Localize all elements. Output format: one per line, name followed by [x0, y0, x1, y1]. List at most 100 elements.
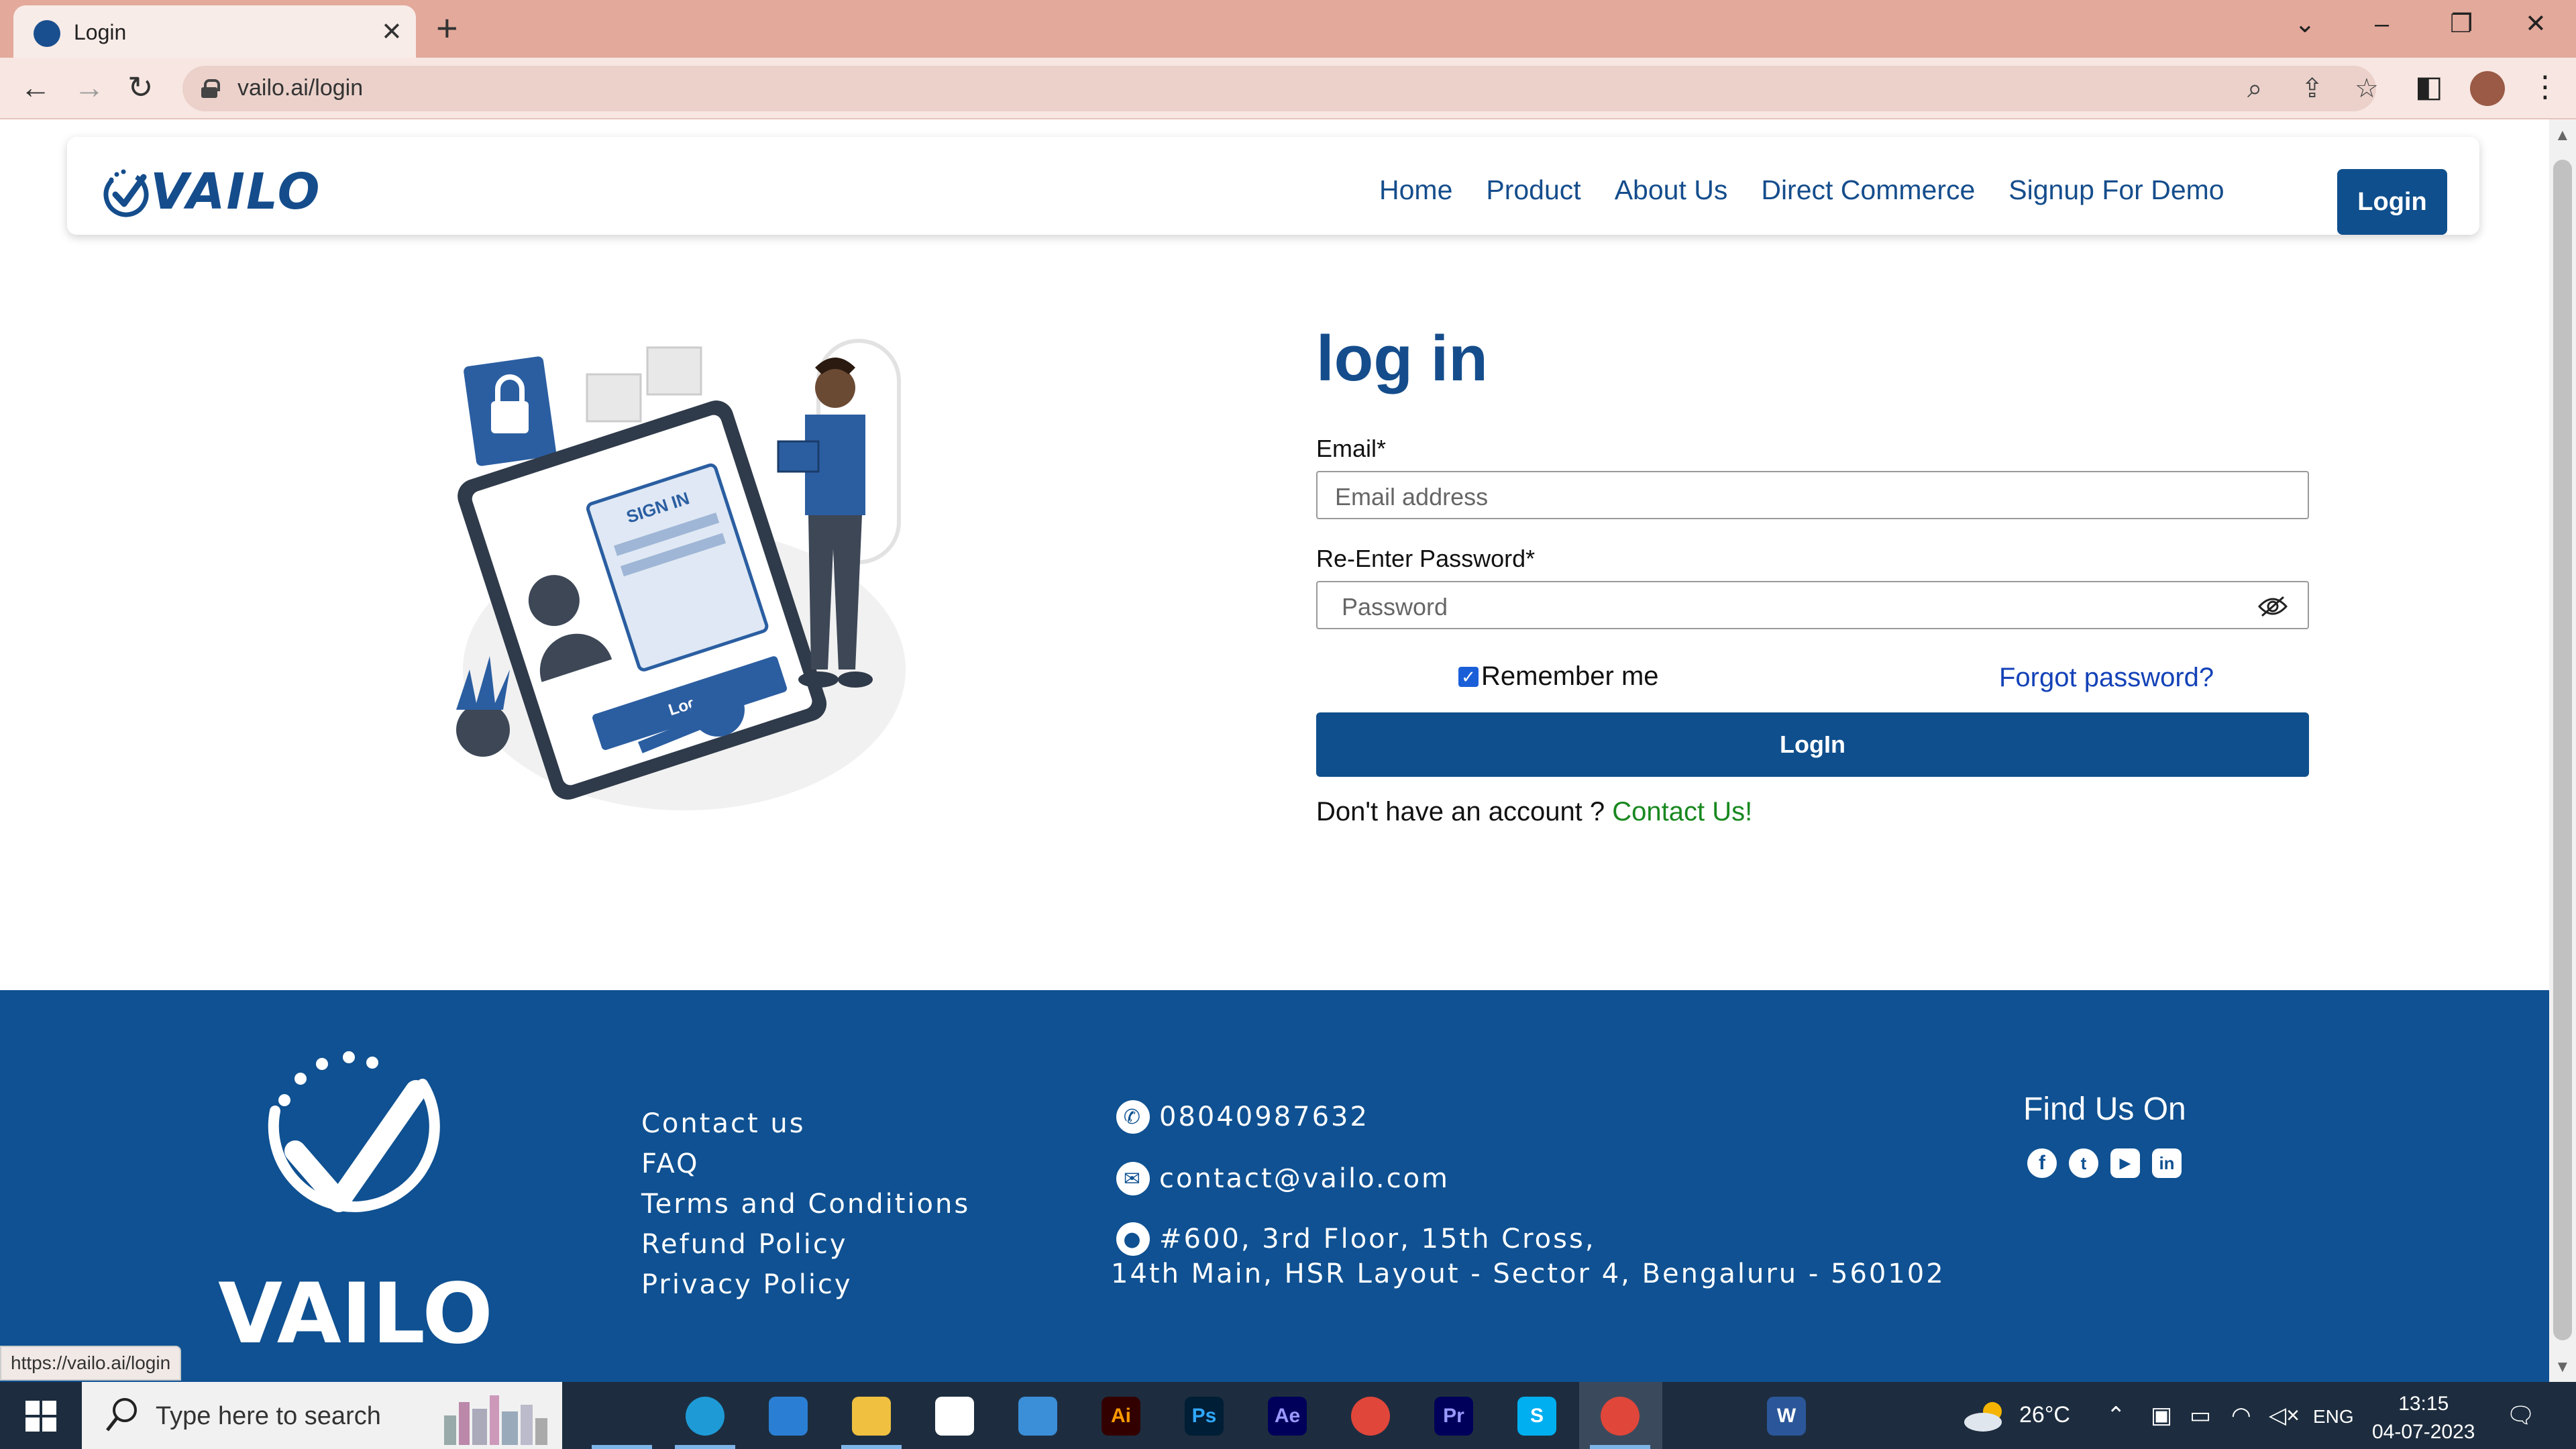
browser-tab[interactable]: Login ✕: [13, 5, 416, 58]
header-login-button[interactable]: Login: [2337, 169, 2447, 235]
page-scrollbar[interactable]: ▲ ▼: [2549, 119, 2576, 1382]
contact-us-link[interactable]: Contact Us!: [1612, 797, 1752, 826]
volume-muted-icon[interactable]: ◁×: [2269, 1402, 2300, 1429]
vailo-favicon-icon: [34, 20, 60, 47]
footer-address-line1: ● #600, 3rd Floor, 15th Cross,: [1116, 1222, 1596, 1256]
url-text[interactable]: vailo.ai/login: [237, 75, 363, 101]
illustrator-icon[interactable]: Ai: [1102, 1397, 1140, 1436]
password-label: Re-Enter Password*: [1316, 545, 1536, 572]
meet-now-icon[interactable]: ▣: [2151, 1402, 2172, 1429]
zoom-search-icon[interactable]: ⌕: [2247, 72, 2262, 105]
close-window-icon[interactable]: ✕: [2525, 9, 2546, 39]
scroll-up-icon[interactable]: ▲: [2555, 126, 2571, 145]
file-explorer-icon[interactable]: [852, 1397, 891, 1436]
new-tab-icon[interactable]: +: [436, 9, 458, 47]
task-view-icon[interactable]: [602, 1397, 641, 1436]
location-pin-icon: ●: [1116, 1222, 1150, 1256]
logo-text: VAILO: [150, 163, 321, 221]
tab-search-chevron-icon[interactable]: ⌄: [2294, 9, 2316, 39]
scroll-down-icon[interactable]: ▼: [2555, 1358, 2571, 1377]
chrome-icon[interactable]: [1351, 1397, 1390, 1436]
weather-temperature[interactable]: 26°C: [2019, 1402, 2070, 1428]
footer-link-refund[interactable]: Refund Policy: [641, 1226, 970, 1263]
clock[interactable]: 13:15 04-07-2023: [2372, 1390, 2475, 1446]
remember-me-label[interactable]: Remember me: [1481, 661, 1659, 692]
footer-link-contact-us[interactable]: Contact us: [641, 1106, 970, 1142]
twitter-icon[interactable]: t: [2069, 1148, 2098, 1178]
remember-me-checkbox[interactable]: ✓: [1458, 666, 1479, 687]
forgot-password-link[interactable]: Forgot password?: [1999, 663, 2214, 693]
back-icon[interactable]: ←: [20, 70, 51, 105]
tray-chevron-icon[interactable]: ⌃: [2106, 1402, 2126, 1429]
lock-icon[interactable]: [201, 79, 220, 98]
main-nav: Home Product About Us Direct Commerce Si…: [1379, 174, 2224, 206]
battery-icon[interactable]: ▭: [2190, 1402, 2211, 1429]
after-effects-icon[interactable]: Ae: [1268, 1397, 1307, 1436]
notifications-icon[interactable]: 🗨: [2506, 1402, 2535, 1429]
omnibox[interactable]: vailo.ai/login ⌕ ⇪ ☆: [182, 66, 2379, 111]
mail-icon[interactable]: [769, 1397, 808, 1436]
password-field[interactable]: Password: [1316, 581, 2309, 629]
login-submit-button[interactable]: LogIn: [1316, 712, 2309, 777]
restore-icon[interactable]: ❐: [2450, 9, 2473, 39]
email-label: Email*: [1316, 435, 1387, 462]
logo-check-icon: [103, 169, 149, 217]
tab-close-icon[interactable]: ✕: [381, 19, 402, 46]
reload-icon[interactable]: ↻: [127, 70, 154, 105]
windows-start-icon[interactable]: [25, 1401, 56, 1432]
footer-email[interactable]: ✉ contact@vailo.com: [1116, 1162, 1450, 1195]
remember-me: ✓ Remember me: [1458, 661, 1659, 692]
linkedin-icon[interactable]: in: [2152, 1148, 2182, 1178]
chrome-active-icon[interactable]: [1601, 1397, 1640, 1436]
skype-icon[interactable]: S: [1517, 1397, 1556, 1436]
footer-link-terms[interactable]: Terms and Conditions: [641, 1186, 970, 1222]
facebook-icon[interactable]: f: [2027, 1148, 2057, 1178]
language-indicator[interactable]: ENG: [2313, 1406, 2354, 1428]
footer-address-line2: 14th Main, HSR Layout - Sector 4, Bengal…: [1111, 1258, 1945, 1289]
footer-link-faq[interactable]: FAQ: [641, 1146, 970, 1182]
clock-date: 04-07-2023: [2372, 1421, 2475, 1443]
nav-about-us[interactable]: About Us: [1615, 174, 1728, 206]
weather-cloud-icon[interactable]: [1962, 1399, 2008, 1433]
bookmark-star-icon[interactable]: ☆: [2355, 72, 2379, 105]
nav-direct-commerce[interactable]: Direct Commerce: [1761, 174, 1975, 206]
store-icon[interactable]: [935, 1397, 974, 1436]
vailo-logo[interactable]: VAILO: [99, 163, 321, 221]
minimize-icon[interactable]: –: [2375, 9, 2389, 39]
tab-title: Login: [74, 20, 127, 44]
photos-icon[interactable]: [1018, 1397, 1057, 1436]
side-panel-icon[interactable]: ◧: [2415, 70, 2443, 105]
email-field[interactable]: Email address: [1316, 471, 2309, 519]
toggle-password-visibility-icon[interactable]: [2258, 594, 2288, 619]
no-account-line: Don't have an account ? Contact Us!: [1316, 797, 1752, 827]
word-icon[interactable]: W: [1767, 1397, 1806, 1436]
search-icon: [106, 1398, 137, 1432]
vscode-icon[interactable]: [1684, 1397, 1723, 1436]
search-placeholder: Type here to search: [156, 1402, 381, 1430]
nav-signup-for-demo[interactable]: Signup For Demo: [2008, 174, 2224, 206]
running-indicator: [841, 1445, 902, 1449]
no-account-text: Don't have an account ?: [1316, 797, 1613, 826]
edge-icon[interactable]: [686, 1397, 724, 1436]
nav-product[interactable]: Product: [1486, 174, 1580, 206]
footer-phone[interactable]: ✆ 08040987632: [1116, 1100, 1369, 1134]
youtube-icon[interactable]: ▶: [2110, 1148, 2140, 1178]
footer-link-privacy[interactable]: Privacy Policy: [641, 1267, 970, 1303]
photoshop-icon[interactable]: Ps: [1185, 1397, 1224, 1436]
browser-tab-strip: Login ✕ + ⌄ – ❐ ✕: [0, 0, 2576, 58]
footer-vailo-logo[interactable]: VAILO: [201, 1037, 510, 1352]
premiere-icon[interactable]: Pr: [1434, 1397, 1473, 1436]
footer-links: Contact us FAQ Terms and Conditions Refu…: [641, 1106, 970, 1303]
password-placeholder: Password: [1342, 593, 1448, 621]
forward-icon[interactable]: →: [74, 70, 105, 105]
share-icon[interactable]: ⇪: [2301, 72, 2324, 105]
scroll-thumb[interactable]: [2553, 160, 2572, 1340]
menu-dots-icon[interactable]: ⋮: [2530, 70, 2560, 105]
profile-avatar[interactable]: [2470, 71, 2505, 106]
running-indicator: [1590, 1445, 1650, 1449]
nav-home[interactable]: Home: [1379, 174, 1452, 206]
address-bar-row: ← → ↻ vailo.ai/login ⌕ ⇪ ☆ ◧ ⋮: [0, 58, 2576, 119]
wifi-icon[interactable]: ◠: [2231, 1402, 2251, 1429]
login-heading: log in: [1316, 323, 1488, 394]
taskbar-search-box[interactable]: Type here to search: [82, 1382, 562, 1449]
